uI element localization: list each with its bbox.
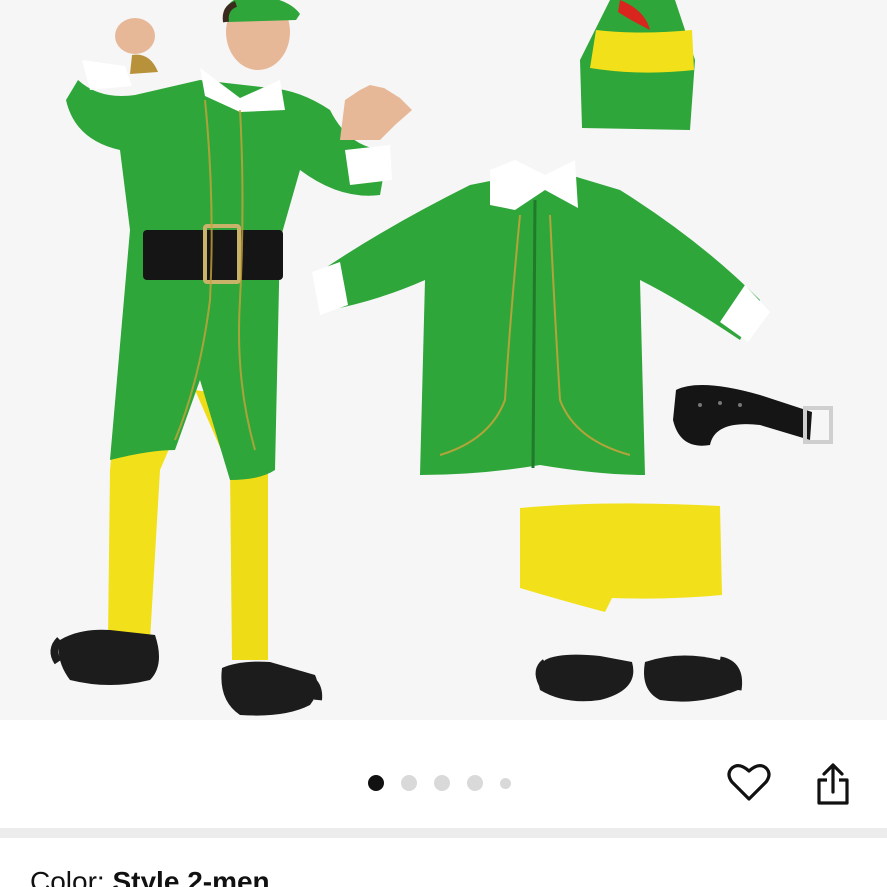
color-label: Color: — [30, 866, 105, 887]
pagination-dot-5[interactable] — [500, 777, 511, 789]
pagination-dot-1[interactable] — [368, 775, 384, 791]
image-pagination-dots[interactable] — [368, 773, 511, 793]
heart-icon — [727, 764, 771, 801]
pagination-dot-3[interactable] — [434, 775, 450, 791]
elf-leggings-image — [520, 503, 722, 612]
elf-belt-image — [673, 385, 833, 446]
elf-hat-image — [580, 0, 695, 130]
favorite-button[interactable] — [725, 758, 773, 806]
product-image-gallery[interactable] — [0, 0, 887, 720]
color-value: Style 2-men — [112, 866, 270, 887]
elf-shoes-image — [535, 654, 743, 702]
share-icon — [817, 763, 849, 805]
pagination-dot-4[interactable] — [467, 775, 483, 791]
product-photo — [50, 0, 833, 716]
color-selection-label: Color: Style 2-men — [30, 866, 270, 887]
model-figure — [50, 0, 412, 716]
share-button[interactable] — [809, 760, 857, 808]
section-divider — [0, 828, 887, 838]
pagination-dot-2[interactable] — [401, 775, 417, 791]
